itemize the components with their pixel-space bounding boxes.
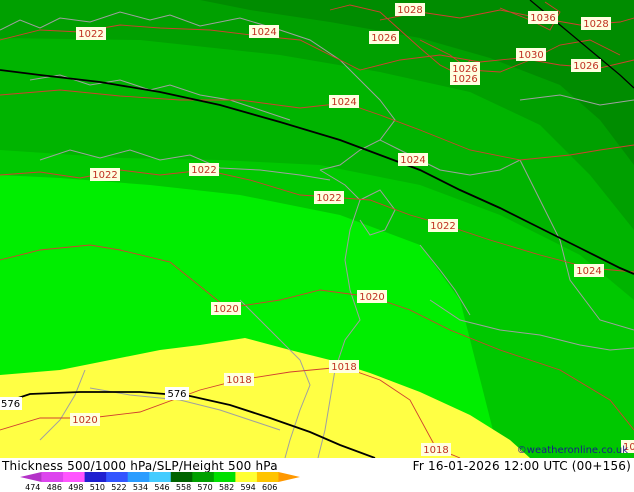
- height-label: 576: [0, 397, 22, 410]
- pressure-label: 1036: [528, 11, 558, 24]
- svg-text:1024: 1024: [251, 27, 276, 38]
- legend-swatch: [256, 472, 279, 482]
- pressure-label: 1018: [224, 373, 254, 386]
- legend-tick-label: 570: [197, 483, 213, 492]
- legend-swatch: [84, 472, 107, 482]
- legend-swatch: [63, 472, 86, 482]
- pressure-label: 1024: [329, 95, 359, 108]
- svg-text:1020: 1020: [359, 292, 384, 303]
- legend-swatch: [278, 472, 300, 482]
- pressure-label: 1020: [70, 413, 100, 426]
- pressure-label: 1028: [581, 17, 611, 30]
- pressure-label: 1022: [314, 191, 344, 204]
- weather-map: 1022 1024 1026 1028 1036 1028 1030 1026 …: [0, 0, 634, 458]
- height-label: 576: [165, 387, 189, 400]
- legend-tick-label: 498: [68, 483, 84, 492]
- pressure-label: 1024: [398, 153, 428, 166]
- svg-text:1028: 1028: [583, 19, 608, 30]
- svg-text:1028: 1028: [397, 5, 422, 16]
- legend-tick-label: 534: [132, 483, 149, 492]
- pressure-label: 1030: [516, 48, 546, 61]
- pressure-label: 1022: [90, 168, 120, 181]
- pressure-label: 1024: [574, 264, 604, 277]
- legend-tick-label: 474: [25, 483, 41, 492]
- pressure-label: 1020: [357, 290, 387, 303]
- pressure-label: 1018: [421, 443, 451, 456]
- map-canvas: 1022 1024 1026 1028 1036 1028 1030 1026 …: [0, 0, 634, 458]
- svg-text:576: 576: [167, 389, 186, 400]
- svg-text:1024: 1024: [331, 97, 356, 108]
- legend-swatch: [20, 472, 42, 482]
- legend-tick-label: 546: [154, 483, 170, 492]
- svg-text:576: 576: [1, 399, 20, 410]
- pressure-label: 1022: [76, 27, 106, 40]
- svg-text:1020: 1020: [72, 415, 97, 426]
- svg-text:1022: 1022: [316, 193, 341, 204]
- svg-text:1036: 1036: [530, 13, 555, 24]
- legend-tick-label: 510: [89, 483, 106, 492]
- legend-tick-label: 582: [218, 483, 235, 492]
- svg-text:1022: 1022: [191, 165, 216, 176]
- legend-swatch: [41, 472, 64, 482]
- pressure-label: 1024: [249, 25, 279, 38]
- svg-text:1030: 1030: [518, 50, 543, 61]
- pressure-label: 1026: [571, 59, 601, 72]
- legend-swatch: [213, 472, 236, 482]
- pressure-label: 1018: [329, 360, 359, 373]
- svg-text:1022: 1022: [92, 170, 117, 181]
- pressure-label: 1026: [450, 72, 480, 85]
- svg-text:1026: 1026: [573, 61, 598, 72]
- svg-text:1020: 1020: [213, 304, 238, 315]
- pressure-label: 1026: [369, 31, 399, 44]
- credit-text[interactable]: ©weatheronline.co.uk: [517, 445, 628, 456]
- legend-tick-label: 606: [262, 483, 278, 492]
- color-legend: [20, 472, 300, 482]
- svg-text:1024: 1024: [400, 155, 425, 166]
- svg-text:1022: 1022: [78, 29, 103, 40]
- svg-text:1022: 1022: [430, 221, 455, 232]
- legend-swatch: [106, 472, 129, 482]
- svg-text:1026: 1026: [452, 74, 477, 85]
- pressure-label: 1028: [395, 3, 425, 16]
- legend-tick-label: 594: [240, 483, 256, 492]
- map-title: Thickness 500/1000 hPa/SLP/Height 500 hP…: [2, 459, 278, 473]
- legend-swatch: [149, 472, 172, 482]
- legend-swatch: [170, 472, 193, 482]
- svg-text:1024: 1024: [576, 266, 601, 277]
- svg-text:1018: 1018: [423, 445, 448, 456]
- legend-swatch: [127, 472, 150, 482]
- info-bar: ©weatheronline.co.uk Thickness 500/1000 …: [0, 445, 634, 492]
- svg-text:1018: 1018: [331, 362, 356, 373]
- pressure-label: 1020: [211, 302, 241, 315]
- pressure-label: 1022: [189, 163, 219, 176]
- legend-tick-label: 522: [111, 483, 127, 492]
- legend-tick-label: 486: [46, 483, 62, 492]
- svg-text:1018: 1018: [226, 375, 251, 386]
- pressure-label: 1022: [428, 219, 458, 232]
- legend-swatch: [235, 472, 258, 482]
- legend-tick-label: 558: [175, 483, 192, 492]
- svg-text:1026: 1026: [371, 33, 396, 44]
- legend-swatch: [192, 472, 215, 482]
- map-timestamp: Fr 16-01-2026 12:00 UTC (00+156): [412, 459, 631, 473]
